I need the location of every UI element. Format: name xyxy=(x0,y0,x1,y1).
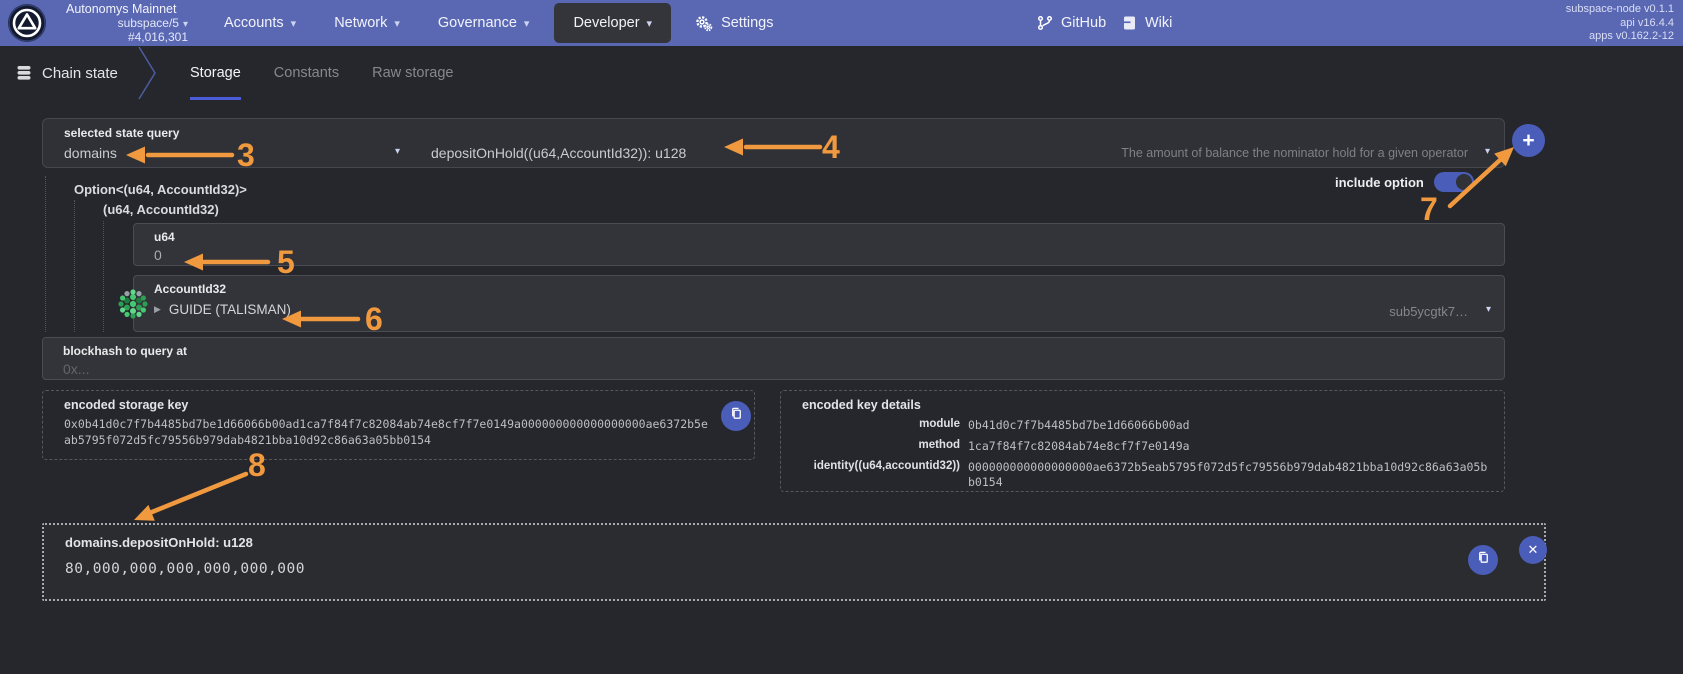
detail-row-identity: identity((u64,accountid32)) 000000000000… xyxy=(802,460,1492,490)
account-type-label: AccountId32 xyxy=(154,282,226,296)
detail-value: 0b41d0c7f7b4485bd7be1d66066b00ad xyxy=(968,418,1492,433)
chevron-down-icon: ▾ xyxy=(291,17,297,30)
main-menu: Accounts▾ Network▾ Governance▾ Developer… xyxy=(205,0,792,46)
menu-settings[interactable]: Settings xyxy=(677,0,792,46)
gear-icon xyxy=(696,15,713,32)
detail-row-module: module 0b41d0c7f7b4485bd7be1d66066b00ad xyxy=(802,418,1492,433)
detail-name: module xyxy=(802,418,968,430)
detail-row-method: method 1ca7f84f7c82084ab74e8cf7f7e0149a xyxy=(802,439,1492,454)
expander-icon: ▶ xyxy=(154,305,161,315)
encoded-key-value: 0x0b41d0c7f7b4485bd7be1d66066b00ad1ca7f8… xyxy=(64,416,710,448)
encoded-key-label: encoded storage key xyxy=(64,398,188,412)
annotation-7: 7 xyxy=(1420,193,1438,225)
method-hint: The amount of balance the nominator hold… xyxy=(1121,146,1468,160)
account-name: ▶ GUIDE (TALISMAN) xyxy=(154,302,291,317)
include-option-control: include option xyxy=(1335,172,1474,192)
menu-developer[interactable]: Developer▾ xyxy=(554,3,671,43)
git-branch-icon xyxy=(1037,15,1053,31)
pallet-dropdown[interactable]: domains xyxy=(64,145,117,161)
chevron-down-icon: ▾ xyxy=(647,17,653,30)
toggle-knob xyxy=(1456,174,1472,190)
chevron-down-icon: ▾ xyxy=(1485,146,1490,157)
blockhash-label: blockhash to query at xyxy=(63,344,187,358)
chevron-down-icon: ▾ xyxy=(183,19,188,30)
chain-selector[interactable]: subspace/5▾ xyxy=(66,17,188,32)
tuple-type-label: (u64, AccountId32) xyxy=(103,202,219,217)
wiki-link[interactable]: Wiki xyxy=(1122,0,1172,46)
node-version: subspace-node v0.1.1 xyxy=(1566,3,1674,17)
version-info: subspace-node v0.1.1 api v16.4.4 apps v0… xyxy=(1566,3,1674,44)
top-nav: Autonomys Mainnet subspace/5▾ #4,016,301… xyxy=(0,0,1683,46)
include-option-label: include option xyxy=(1335,175,1424,190)
add-query-button[interactable]: + xyxy=(1512,124,1545,157)
page-title: Chain state xyxy=(16,46,118,100)
autonomys-logo-icon xyxy=(8,4,46,42)
chevron-down-icon: ▾ xyxy=(524,17,530,30)
chevron-down-icon: ▾ xyxy=(394,17,400,30)
method-dropdown[interactable]: depositOnHold((u64,AccountId32)): u128 xyxy=(431,145,686,161)
menu-governance[interactable]: Governance▾ xyxy=(419,0,549,46)
tab-constants[interactable]: Constants xyxy=(274,46,339,100)
account-address-short: sub5ycgtk7… xyxy=(1389,304,1468,319)
blockhash-placeholder: 0x... xyxy=(63,361,89,377)
block-number: #4,016,301 xyxy=(66,31,188,45)
copy-key-button[interactable] xyxy=(721,401,751,431)
apps-version: apps v0.162.2-12 xyxy=(1566,30,1674,44)
copy-result-button[interactable] xyxy=(1468,545,1498,575)
tab-storage[interactable]: Storage xyxy=(190,46,241,100)
u64-label: u64 xyxy=(154,230,175,244)
book-icon xyxy=(1122,15,1137,31)
query-label: selected state query xyxy=(64,126,179,140)
blockhash-input[interactable]: blockhash to query at 0x... xyxy=(42,337,1505,380)
database-icon xyxy=(16,65,32,81)
option-type-label: Option<(u64, AccountId32)> xyxy=(74,182,247,197)
api-version: api v16.4.4 xyxy=(1566,17,1674,31)
copy-icon xyxy=(1476,550,1491,570)
detail-value: 000000000000000000ae6372b5eab5795f072d5f… xyxy=(968,460,1492,490)
app-window: Autonomys Mainnet subspace/5▾ #4,016,301… xyxy=(0,0,1683,674)
menu-accounts[interactable]: Accounts▾ xyxy=(205,0,315,46)
key-details-label: encoded key details xyxy=(802,398,921,412)
account-select[interactable]: AccountId32 ▶ GUIDE (TALISMAN) sub5ycgtk… xyxy=(133,275,1505,332)
copy-icon xyxy=(729,406,744,426)
indent-guide xyxy=(45,176,46,332)
key-details-rows: module 0b41d0c7f7b4485bd7be1d66066b00ad … xyxy=(802,418,1492,496)
account-identicon[interactable] xyxy=(118,289,148,319)
query-result-block: domains.depositOnHold: u128 80,000,000,0… xyxy=(42,523,1546,601)
detail-name: method xyxy=(802,439,968,451)
detail-name: identity((u64,accountid32)) xyxy=(802,460,968,472)
detail-value: 1ca7f84f7c82084ab74e8cf7f7e0149a xyxy=(968,439,1492,454)
chevron-down-icon: ▾ xyxy=(1486,304,1491,315)
tab-raw-storage[interactable]: Raw storage xyxy=(372,46,453,100)
encoded-storage-key-panel: encoded storage key 0x0b41d0c7f7b4485bd7… xyxy=(42,390,755,460)
separator-chevron xyxy=(138,46,158,100)
encoded-key-details-panel: encoded key details module 0b41d0c7f7b44… xyxy=(780,390,1505,492)
network-name: Autonomys Mainnet xyxy=(66,3,188,17)
state-query-row: selected state query domains ▾ depositOn… xyxy=(42,118,1505,168)
tab-bar: Chain state Storage Constants Raw storag… xyxy=(0,46,1683,100)
tabs: Storage Constants Raw storage xyxy=(190,46,454,100)
include-option-toggle[interactable] xyxy=(1434,172,1474,192)
u64-input[interactable]: u64 0 xyxy=(133,223,1505,266)
github-link[interactable]: GitHub xyxy=(1037,0,1106,46)
result-title: domains.depositOnHold: u128 xyxy=(65,535,253,550)
result-value: 80,000,000,000,000,000,000 xyxy=(65,561,305,577)
menu-network[interactable]: Network▾ xyxy=(315,0,419,46)
chain-info: Autonomys Mainnet subspace/5▾ #4,016,301 xyxy=(66,3,188,45)
indent-guide xyxy=(103,221,104,332)
chevron-down-icon: ▾ xyxy=(395,146,400,157)
remove-query-button[interactable]: ✕ xyxy=(1519,536,1547,564)
indent-guide xyxy=(74,200,75,332)
u64-value: 0 xyxy=(154,247,162,263)
